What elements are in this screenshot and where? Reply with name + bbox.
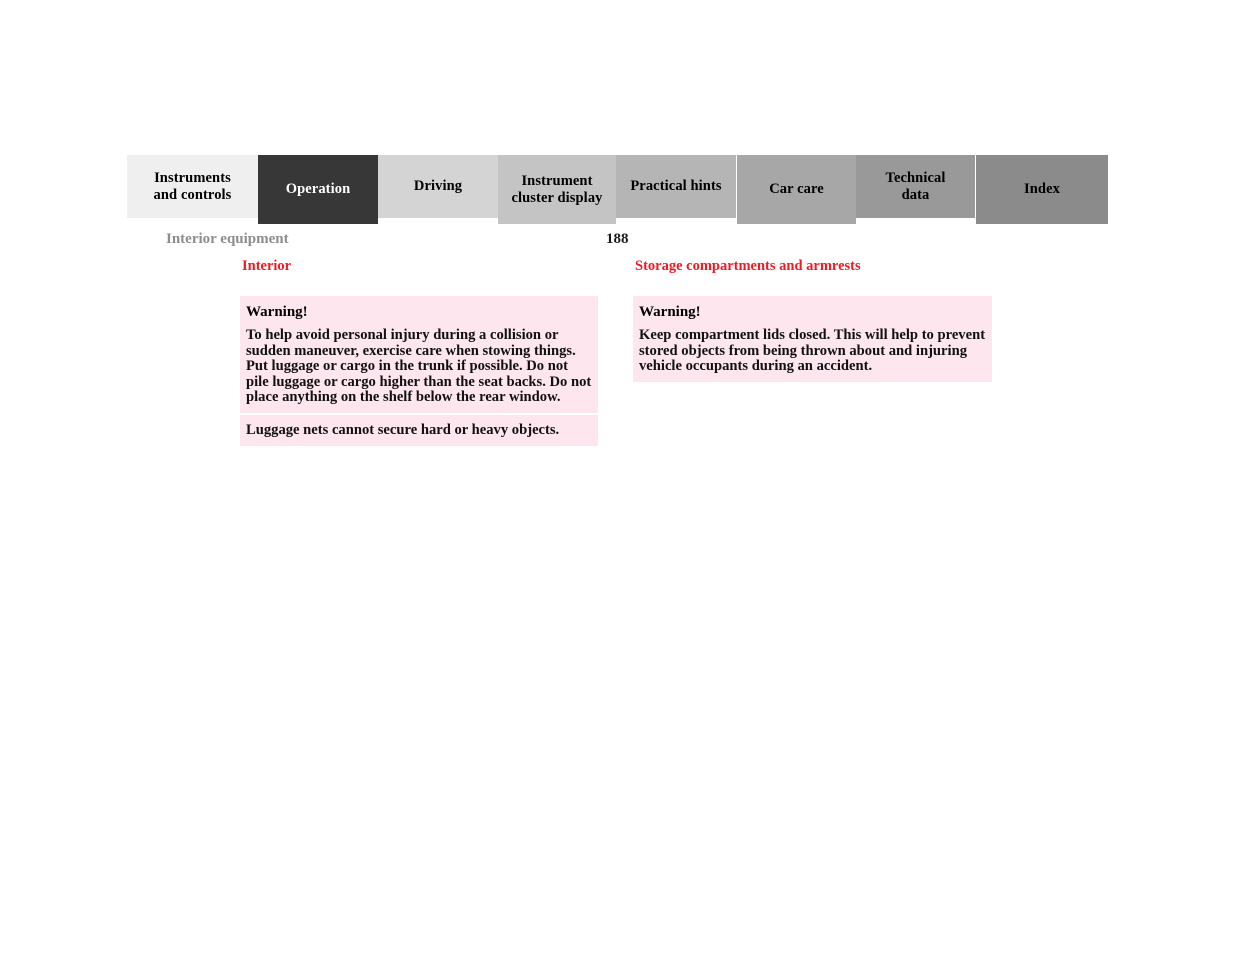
chapter-tab-bar: Instruments and controls Operation Driving I… [127, 155, 1108, 224]
tab-label: Index [1024, 181, 1060, 197]
warning-text: To help avoid personal injury during a c… [246, 327, 592, 406]
tab-label: Instrument cluster display [511, 172, 603, 206]
page-header-row: Interior equipment 188 [127, 231, 1108, 251]
warning-block-list-left: Warning! To help avoid personal injury du… [240, 296, 598, 446]
tab-index[interactable]: Index [976, 155, 1108, 224]
tab-instrument-cluster-display[interactable]: Instrument cluster display [498, 155, 616, 224]
section-title: Interior equipment [166, 231, 289, 247]
tab-label: Operation [285, 181, 351, 197]
warning-text: Luggage nets cannot secure hard or heavy… [246, 421, 560, 438]
warning-title: Warning! [246, 304, 308, 320]
tab-label: Car care [769, 181, 824, 197]
tab-label: Instruments and controls [153, 169, 232, 203]
warning-box: Luggage nets cannot secure hard or heavy… [240, 414, 598, 446]
manual-page: Instruments and controls Operation Driving I… [0, 0, 1235, 954]
tab-label: Practical hints [630, 178, 722, 194]
tab-label: Technical data [885, 169, 946, 203]
column-heading-interior: Interior [242, 258, 292, 274]
tab-driving[interactable]: Driving [378, 155, 498, 218]
warning-block-list-right: Warning! Keep compartment lids closed. Th… [633, 296, 992, 382]
content-column-right: Storage compartments and armrests Warnin… [633, 258, 992, 382]
tab-car-care[interactable]: Car care [737, 155, 856, 224]
tab-practical-hints[interactable]: Practical hints [616, 155, 736, 218]
tab-instruments-and-controls[interactable]: Instruments and controls [127, 155, 258, 218]
tab-technical-data[interactable]: Technical data [856, 155, 975, 218]
column-heading-storage-compartments: Storage compartments and armrests [635, 258, 861, 274]
tab-label: Driving [413, 178, 463, 194]
tab-operation[interactable]: Operation [258, 155, 378, 224]
warning-text: Keep compartment lids closed. This will … [639, 327, 986, 375]
page-number: 188 [606, 231, 629, 247]
warning-title: Warning! [639, 304, 701, 320]
warning-box: Warning! To help avoid personal injury du… [240, 296, 598, 413]
warning-box: Warning! Keep compartment lids closed. Th… [633, 296, 992, 382]
content-column-left: Interior Warning! To help avoid personal … [240, 258, 598, 446]
